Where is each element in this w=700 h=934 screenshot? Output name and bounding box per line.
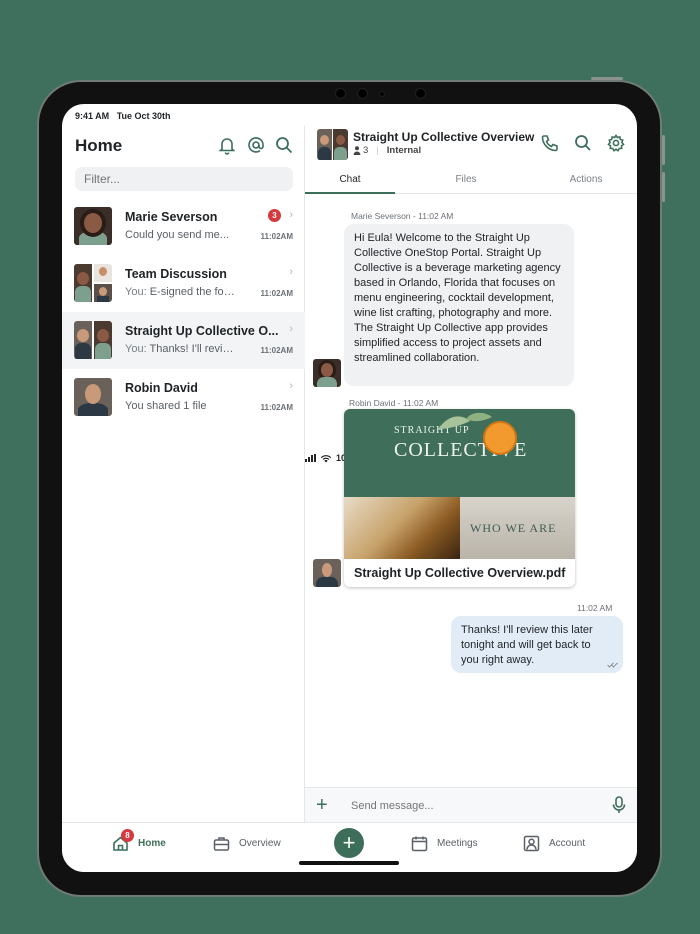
- microphone-icon[interactable]: [611, 796, 627, 814]
- nav-meetings[interactable]: Meetings: [411, 835, 478, 852]
- account-icon: [523, 835, 540, 852]
- status-bar: 9:41 AM Tue Oct 30th 100%: [62, 104, 637, 463]
- status-date: Tue Oct 30th: [116, 111, 171, 121]
- channel-tabs: Chat Files Actions: [305, 168, 637, 194]
- message-bubble-outgoing: Thanks! I'll review this later tonight a…: [451, 616, 623, 673]
- attachment-file-name: Straight Up Collective Overview.pdf: [354, 566, 566, 580]
- conversation-preview: Could you send me...: [125, 229, 229, 241]
- chevron-right-icon: ›: [289, 266, 293, 278]
- bottom-navigation: 8 Home Overview + Meetings Account: [62, 822, 637, 872]
- create-button[interactable]: +: [334, 828, 364, 858]
- tab-actions[interactable]: Actions: [541, 168, 631, 194]
- avatar-group: [74, 321, 112, 359]
- conversation-item-robin-david[interactable]: Robin David › You shared 1 file 11:02AM: [62, 369, 305, 426]
- nav-account[interactable]: Account: [523, 835, 585, 852]
- filter-input[interactable]: [75, 167, 293, 191]
- leaf-icon: [438, 412, 492, 429]
- calendar-icon: [411, 836, 428, 852]
- channel-title: Straight Up Collective Overview: [353, 130, 535, 144]
- bell-icon[interactable]: [216, 134, 238, 156]
- briefcase-icon: [213, 837, 230, 851]
- conversation-time: 11:02AM: [260, 346, 293, 355]
- device-top-button: [591, 77, 623, 80]
- app-screen: 9:41 AM Tue Oct 30th 100% Home: [62, 104, 637, 872]
- device-volume-up-button: [662, 135, 665, 165]
- conversation-preview: You shared 1 file: [125, 400, 207, 412]
- conversation-list: Marie Severson 3 › Could you send me... …: [62, 198, 305, 426]
- pdf-attachment-card[interactable]: STRAIGHT UP COLLECTIVE WHO WE ARE Straig…: [344, 409, 575, 587]
- attachment-banner-text: WHO WE ARE: [470, 521, 557, 535]
- conversation-time: 11:02AM: [260, 289, 293, 298]
- avatar: [74, 378, 112, 416]
- page-title: Home: [75, 136, 123, 155]
- conversation-preview: You: E-signed the form...: [125, 286, 235, 298]
- nav-home[interactable]: 8 Home: [112, 829, 166, 852]
- message-input[interactable]: [351, 797, 591, 815]
- chat-pane: Straight Up Collective Overview 3 | Inte…: [305, 126, 637, 822]
- status-time: 9:41 AM: [75, 111, 110, 121]
- tab-chat[interactable]: Chat: [305, 168, 395, 194]
- nav-overview[interactable]: Overview: [213, 835, 281, 852]
- unread-badge: 3: [268, 209, 281, 222]
- cocktail-photo: [344, 497, 460, 559]
- avatar: [313, 359, 341, 387]
- home-indicator: [299, 861, 399, 865]
- member-count: 3: [363, 145, 369, 156]
- avatar: [313, 559, 341, 587]
- nav-badge: 8: [121, 829, 134, 842]
- at-icon[interactable]: [245, 134, 267, 156]
- message-time: 11:02 AM: [577, 603, 613, 613]
- conversation-preview: You: Thanks! I'll review...: [125, 343, 235, 355]
- conversation-name: Straight Up Collective O...: [125, 324, 279, 338]
- conversation-time: 11:02AM: [260, 232, 293, 241]
- avatar: [74, 207, 112, 245]
- tab-files[interactable]: Files: [421, 168, 511, 194]
- conversation-item-marie-severson[interactable]: Marie Severson 3 › Could you send me... …: [62, 198, 305, 255]
- conversation-item-straight-up-collective[interactable]: Straight Up Collective O... › You: Thank…: [62, 312, 305, 369]
- avatar-group: [74, 264, 112, 302]
- person-icon: [353, 146, 361, 155]
- conversation-name: Robin David: [125, 381, 198, 395]
- add-attachment-button[interactable]: +: [316, 794, 328, 817]
- phone-icon[interactable]: [540, 133, 560, 153]
- search-icon[interactable]: [573, 133, 593, 153]
- read-receipt-icon: [607, 662, 618, 668]
- device-volume-down-button: [662, 172, 665, 202]
- conversation-name: Team Discussion: [125, 267, 227, 281]
- chevron-right-icon: ›: [289, 380, 293, 392]
- visibility-label: Internal: [386, 145, 422, 156]
- message-composer: +: [305, 787, 637, 822]
- search-icon[interactable]: [273, 134, 295, 156]
- message-sender: Robin David - 11:02 AM: [349, 398, 439, 408]
- gear-icon[interactable]: [606, 133, 626, 153]
- conversation-item-team-discussion[interactable]: Team Discussion › You: E-signed the form…: [62, 255, 305, 312]
- message-sender: Marie Severson - 11:02 AM: [351, 211, 454, 221]
- chevron-right-icon: ›: [289, 323, 293, 335]
- chevron-right-icon: ›: [289, 209, 293, 221]
- channel-avatar: [317, 129, 348, 160]
- conversation-sidebar: Home Marie Severson 3 › Could you send m…: [62, 126, 305, 822]
- conversation-name: Marie Severson: [125, 210, 218, 224]
- conversation-time: 11:02AM: [260, 403, 293, 412]
- message-bubble: Hi Eula! Welcome to the Straight Up Coll…: [344, 224, 574, 386]
- camera-array: [335, 88, 445, 100]
